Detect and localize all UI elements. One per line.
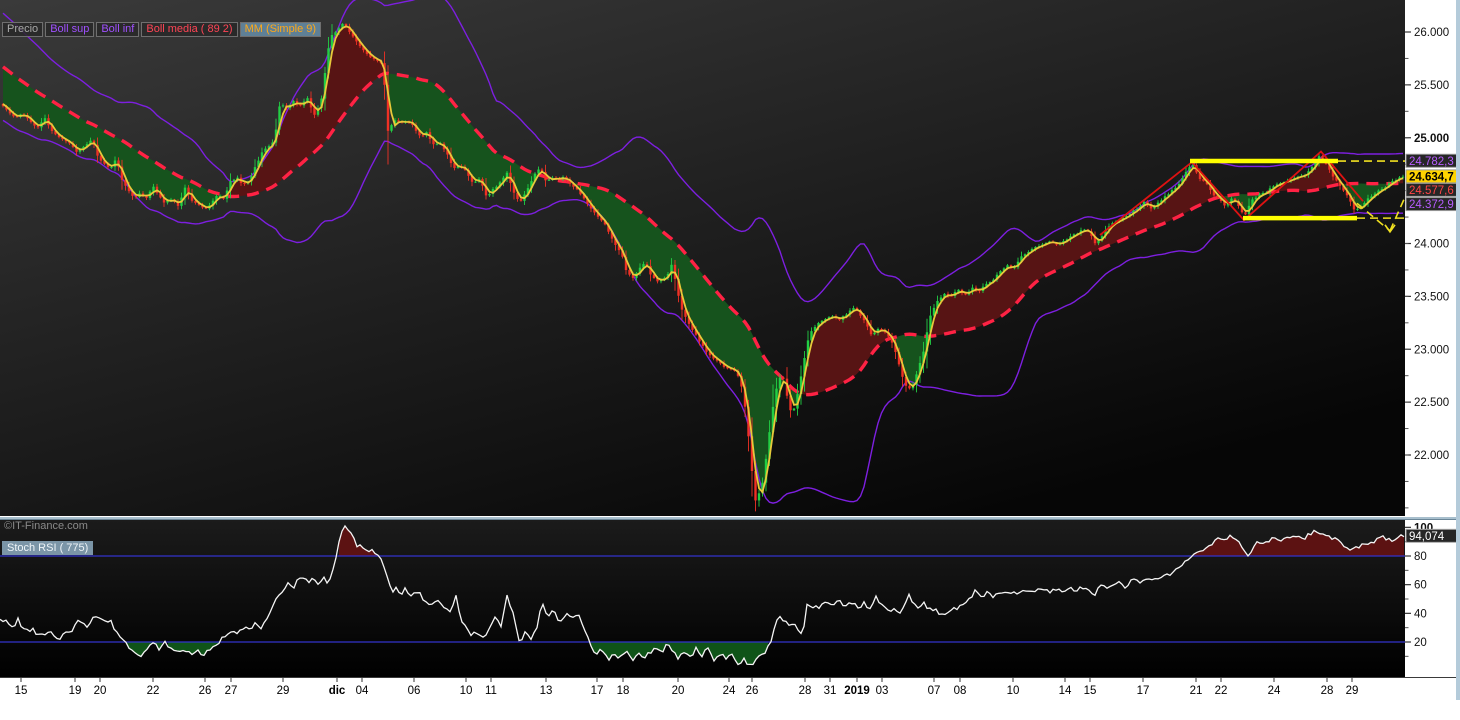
svg-text:28: 28 xyxy=(799,685,812,697)
svg-text:2019: 2019 xyxy=(844,685,870,697)
legend-item-mm-simple-9[interactable]: MM (Simple 9) xyxy=(240,22,322,37)
stoch-rsi-label[interactable]: Stoch RSI ( 775) xyxy=(2,541,93,555)
svg-text:14: 14 xyxy=(1059,685,1072,697)
svg-text:31: 31 xyxy=(824,685,837,697)
indicator-legend: PrecioBoll supBoll infBoll media ( 89 2)… xyxy=(2,22,321,37)
svg-text:80: 80 xyxy=(1414,551,1427,563)
legend-item-boll-sup[interactable]: Boll sup xyxy=(45,22,94,37)
svg-text:15: 15 xyxy=(1084,685,1097,697)
svg-text:20: 20 xyxy=(672,685,685,697)
svg-text:29: 29 xyxy=(277,685,290,697)
watermark: ©IT-Finance.com xyxy=(4,520,88,532)
svg-text:23.000: 23.000 xyxy=(1414,344,1449,356)
svg-text:94,074: 94,074 xyxy=(1409,531,1445,543)
svg-text:dic: dic xyxy=(329,685,346,697)
svg-text:27: 27 xyxy=(225,685,238,697)
svg-text:24.372,9: 24.372,9 xyxy=(1409,199,1454,211)
svg-text:22: 22 xyxy=(147,685,160,697)
svg-text:26: 26 xyxy=(199,685,212,697)
svg-text:10: 10 xyxy=(460,685,473,697)
svg-text:40: 40 xyxy=(1414,608,1427,620)
svg-text:22.000: 22.000 xyxy=(1414,450,1449,462)
svg-text:22.500: 22.500 xyxy=(1414,397,1449,409)
svg-text:23.500: 23.500 xyxy=(1414,291,1449,303)
svg-text:17: 17 xyxy=(1137,685,1150,697)
legend-item-boll-media-89-2[interactable]: Boll media ( 89 2) xyxy=(141,22,237,37)
svg-text:29: 29 xyxy=(1346,685,1359,697)
svg-text:17: 17 xyxy=(591,685,604,697)
svg-text:20: 20 xyxy=(94,685,107,697)
svg-text:24.000: 24.000 xyxy=(1414,239,1449,251)
svg-text:06: 06 xyxy=(408,685,421,697)
svg-text:26.000: 26.000 xyxy=(1414,27,1449,39)
svg-text:24: 24 xyxy=(1268,685,1281,697)
svg-text:07: 07 xyxy=(928,685,941,697)
legend-item-boll-inf[interactable]: Boll inf xyxy=(96,22,139,37)
svg-text:03: 03 xyxy=(876,685,889,697)
svg-text:22: 22 xyxy=(1215,685,1228,697)
svg-text:08: 08 xyxy=(954,685,967,697)
svg-text:04: 04 xyxy=(356,685,369,697)
svg-text:60: 60 xyxy=(1414,580,1427,592)
svg-text:24.782,3: 24.782,3 xyxy=(1409,156,1454,168)
svg-text:28: 28 xyxy=(1321,685,1334,697)
svg-text:25.000: 25.000 xyxy=(1414,133,1449,145)
svg-text:24: 24 xyxy=(723,685,736,697)
svg-text:20: 20 xyxy=(1414,637,1427,649)
main-plot-area[interactable] xyxy=(0,0,1405,516)
svg-text:26: 26 xyxy=(746,685,759,697)
chart-canvas[interactable]: 26.000 25.500 25.000 24.000 23.500 23.000 22.5… xyxy=(0,0,1460,700)
svg-text:21: 21 xyxy=(1190,685,1203,697)
svg-text:13: 13 xyxy=(540,685,553,697)
svg-text:11: 11 xyxy=(485,685,497,697)
svg-text:18: 18 xyxy=(617,685,630,697)
svg-text:24.577,6: 24.577,6 xyxy=(1409,185,1454,197)
app-window: Wall Street Cash (1€) 1 hora 24.634,7 (+… xyxy=(0,0,1460,720)
window-edge xyxy=(1456,0,1460,700)
svg-text:25.500: 25.500 xyxy=(1414,80,1449,92)
svg-text:19: 19 xyxy=(69,685,82,697)
svg-text:24.634,7: 24.634,7 xyxy=(1409,171,1454,183)
svg-text:10: 10 xyxy=(1007,685,1020,697)
svg-text:15: 15 xyxy=(15,685,28,697)
legend-item-precio[interactable]: Precio xyxy=(2,22,43,37)
